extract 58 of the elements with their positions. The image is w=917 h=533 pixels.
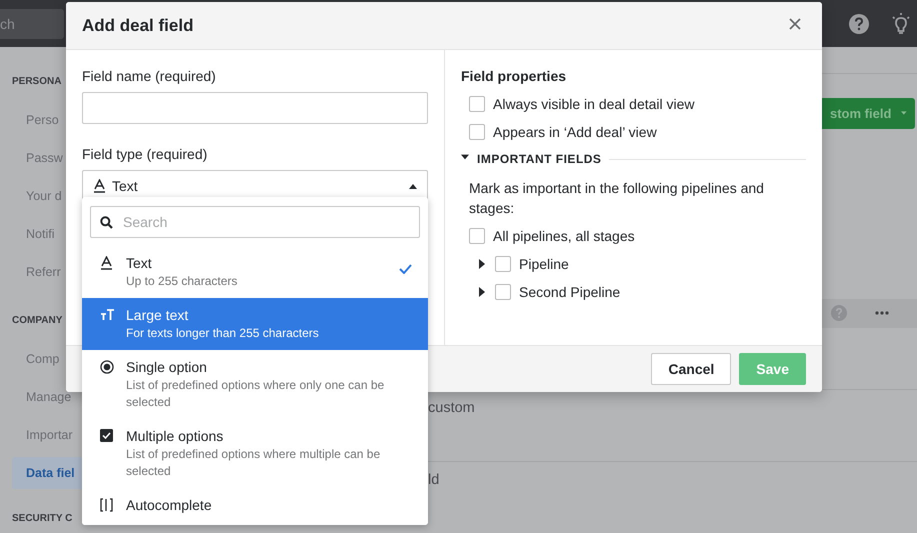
sidebar-item[interactable]: Importar [12,416,75,454]
section-title: Field properties [461,67,568,86]
sidebar-item[interactable]: Notifi [12,215,56,253]
dropdown-option[interactable]: Text Up to 255 characters [82,246,428,298]
add-field-button[interactable]: stom field [822,98,915,129]
caret-down-icon [461,154,469,160]
field-label: Field name (required) [82,67,217,86]
sidebar-item[interactable]: Your d [12,177,64,215]
checkbox-icon [100,429,113,442]
save-button[interactable]: Save [739,353,806,385]
sidebar-section-title: SECURITY C [12,512,72,526]
sidebar-item[interactable]: Referr [12,253,63,291]
dropdown-option[interactable]: Single option List of predefined options where only one can be selected [82,350,428,419]
more-icon[interactable] [875,311,889,316]
lightbulb-icon[interactable] [891,12,911,34]
instruction-text: Mark as important in the following pipelines and stages: [469,179,765,218]
help-icon[interactable] [849,14,869,34]
section-title: IMPORTANT FIELDS [477,152,602,166]
caret-down-icon [901,110,907,116]
sidebar-section-title: PERSONA [12,75,62,89]
dialog-title: Add deal field [82,16,194,36]
sidebar-item[interactable]: Passw [12,139,65,177]
dropdown-option[interactable]: Large text For texts longer than 255 characters [82,298,428,350]
checkbox-label: Second Pipeline [519,284,620,300]
expand-toggle[interactable] [479,259,487,269]
input-field[interactable] [82,92,428,124]
checkbox-label: All pipelines, all stages [493,228,635,244]
text-format-icon [100,256,113,270]
checkbox[interactable] [469,96,485,112]
text-size-icon [100,309,115,321]
table-cell: custom [428,400,475,416]
checkbox[interactable] [469,228,485,244]
checkbox[interactable] [495,256,511,272]
table-cell: ld [428,472,440,488]
dropdown-option[interactable]: Autocomplete [82,488,428,525]
checkbox-label: Pipeline [519,256,569,272]
caret-up-icon [409,184,417,188]
checkbox[interactable] [495,284,511,300]
radio-icon [100,360,114,374]
search-field[interactable]: Search [90,206,420,238]
field-label: Field type (required) [82,145,208,164]
sidebar-item[interactable]: Manage [12,378,74,416]
caret-right-icon [479,259,485,269]
bracket-cursor-icon [100,498,113,512]
expand-toggle[interactable] [479,287,487,297]
sidebar-item[interactable]: Comp [12,340,62,378]
checkbox-label: Appears in ‘Add deal’ view [493,124,657,140]
close-icon [788,16,802,30]
checkbox-label: Always visible in deal detail view [493,96,695,112]
dropdown-option[interactable]: Multiple options List of predefined options where multiple can be selected [82,419,428,488]
text-format-icon [93,179,106,193]
search-icon [100,216,113,229]
sidebar-item[interactable]: Perso [12,101,61,139]
sidebar-section-title: COMPANY [12,314,62,328]
search-field[interactable]: ch [0,8,64,38]
caret-right-icon [479,287,485,297]
cancel-button[interactable]: Cancel [651,353,732,385]
checkbox[interactable] [469,124,485,140]
